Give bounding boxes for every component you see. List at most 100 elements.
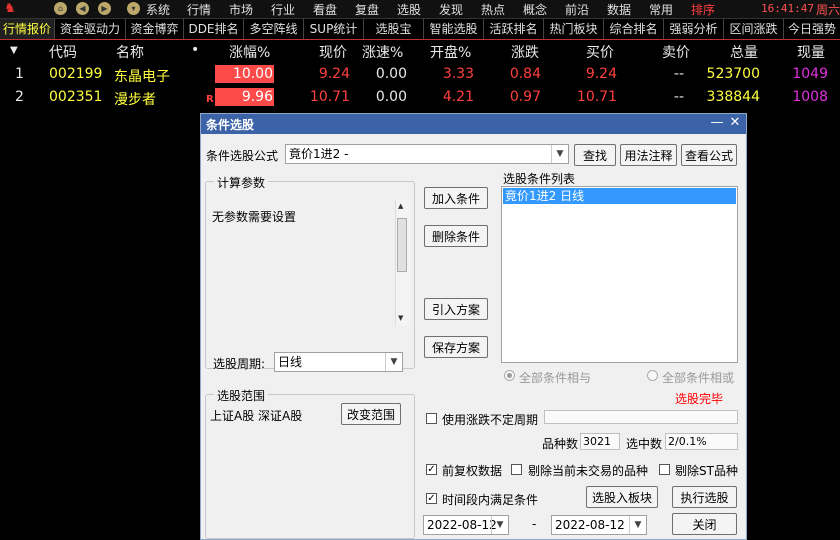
chevron-down-icon[interactable]: ▼ [629, 516, 646, 534]
menu-replay[interactable]: 复盘 [355, 1, 379, 18]
find-button[interactable]: 查找 [574, 144, 616, 166]
menu-discover[interactable]: 发现 [439, 1, 463, 18]
menu-common[interactable]: 常用 [649, 1, 673, 18]
menu-sort[interactable]: 排序 [691, 1, 715, 18]
chevron-down-icon[interactable]: ▼ [551, 145, 568, 163]
col-price[interactable]: 现价 [319, 42, 347, 62]
formula-value: 竟价1进2 - [289, 147, 349, 161]
use-pct-checkbox[interactable] [426, 413, 437, 424]
progress-bar [544, 410, 738, 424]
col-ask[interactable]: 卖价 [662, 42, 690, 62]
col-code[interactable]: 代码 [49, 42, 77, 62]
pct-change: 10.00 [215, 65, 274, 83]
col-change[interactable]: 涨跌 [511, 42, 539, 62]
period-select[interactable]: 日线 ▼ [274, 352, 403, 372]
menu-hotspot[interactable]: 热点 [481, 1, 505, 18]
tab-fund-game[interactable]: 资金博弈 [126, 19, 184, 39]
selected-count-field: 2/0.1% [665, 433, 738, 450]
tab-range-change[interactable]: 区间涨跌 [724, 19, 784, 39]
col-name[interactable]: 名称 [116, 42, 144, 62]
chevron-down-icon[interactable]: ▾ [127, 2, 140, 15]
scroll-thumb[interactable] [397, 218, 407, 272]
tab-overall-rank[interactable]: 综合排名 [604, 19, 664, 39]
close-button[interactable]: 关闭 [672, 513, 737, 535]
tab-today-strong[interactable]: 今日强势 [784, 19, 840, 39]
col-pct[interactable]: 涨幅% [229, 42, 270, 62]
col-dot: • [191, 42, 200, 58]
scroll-down-icon[interactable]: ▼ [398, 314, 403, 322]
scroll-up-icon[interactable]: ▲ [398, 202, 403, 210]
tab-stock-picker[interactable]: 选股宝 [364, 19, 424, 39]
menu-industry[interactable]: 行业 [271, 1, 295, 18]
last-volume: 1008 [792, 89, 828, 105]
usage-notes-button[interactable]: 用法注释 [620, 144, 677, 166]
chevron-down-icon[interactable]: ▼ [385, 353, 402, 371]
radio-or[interactable] [647, 370, 658, 381]
pct-value: 10.00 [232, 66, 273, 82]
minimize-icon[interactable]: — [709, 115, 725, 131]
stock-code: 002351 [49, 89, 103, 105]
col-volume[interactable]: 总量 [730, 42, 758, 62]
view-formula-button[interactable]: 查看公式 [681, 144, 737, 166]
date-from-select[interactable]: 2022-08-12 ▼ [423, 515, 509, 535]
open-pct: 3.33 [442, 66, 474, 82]
period-label: 选股周期: [213, 357, 266, 371]
condition-list[interactable]: 竟价1进2 日线 [501, 186, 738, 363]
menu-market[interactable]: 市场 [229, 1, 253, 18]
execute-button[interactable]: 执行选股 [672, 486, 737, 508]
menu-frontier[interactable]: 前沿 [565, 1, 589, 18]
menu-select[interactable]: 选股 [397, 1, 421, 18]
col-lastvol[interactable]: 现量 [797, 42, 825, 62]
dialog-title-bar[interactable]: 条件选股 — ✕ [201, 114, 746, 134]
forward-icon[interactable]: ▶ [98, 2, 111, 15]
close-icon[interactable]: ✕ [727, 115, 743, 131]
pct-value: 9.96 [241, 89, 273, 105]
tab-fund-drive[interactable]: 资金驱动力 [55, 19, 126, 39]
date-to-select[interactable]: 2022-08-12 ▼ [551, 515, 647, 535]
chevron-down-icon[interactable]: ▼ [491, 516, 508, 534]
delete-condition-button[interactable]: 删除条件 [424, 225, 488, 247]
menu-data[interactable]: 数据 [607, 1, 631, 18]
status-text: 选股完毕 [675, 392, 724, 406]
radio-and[interactable] [504, 370, 515, 381]
params-scrollbar[interactable]: ▲ ▼ [395, 200, 409, 326]
condition-list-item[interactable]: 竟价1进2 日线 [503, 188, 736, 204]
exclude-untraded-checkbox[interactable] [511, 464, 522, 475]
exclude-st-checkbox[interactable] [659, 464, 670, 475]
tab-quotes[interactable]: 行情报价 [0, 19, 55, 39]
period-value: 日线 [278, 355, 303, 369]
tab-active-rank[interactable]: 活跃排名 [484, 19, 544, 39]
col-speed[interactable]: 涨速% [362, 42, 403, 62]
row-index: 1 [15, 66, 24, 82]
menu-quotes[interactable]: 行情 [187, 1, 211, 18]
sort-arrow-icon[interactable]: ▼ [10, 45, 18, 56]
menu-system[interactable]: 系统 [146, 1, 170, 18]
home-icon[interactable]: ⌂ [54, 2, 67, 15]
last-volume: 1049 [792, 66, 828, 82]
add-condition-button[interactable]: 加入条件 [424, 187, 488, 209]
formula-select[interactable]: 竟价1进2 - ▼ [285, 144, 569, 164]
open-pct: 4.21 [442, 89, 474, 105]
total-volume: 523700 [706, 66, 760, 82]
to-board-button[interactable]: 选股入板块 [586, 486, 658, 508]
tab-long-short[interactable]: 多空阵线 [244, 19, 304, 39]
exclude-untraded-label: 剔除当前未交易的品种 [528, 464, 649, 478]
menu-watch[interactable]: 看盘 [313, 1, 337, 18]
tab-dde-rank[interactable]: DDE排名 [184, 19, 244, 39]
col-open[interactable]: 开盘% [430, 42, 471, 62]
col-bid[interactable]: 买价 [586, 42, 614, 62]
time-range-checkbox[interactable]: ✓ [426, 493, 437, 504]
ask-price: -- [673, 66, 684, 82]
tab-hot-sectors[interactable]: 热门板块 [544, 19, 604, 39]
menu-concept[interactable]: 概念 [523, 1, 547, 18]
tab-sup-stats[interactable]: SUP统计 [304, 19, 364, 39]
change-scope-button[interactable]: 改变范围 [341, 403, 401, 425]
adjust-checkbox[interactable]: ✓ [426, 464, 437, 475]
import-plan-button[interactable]: 引入方案 [424, 298, 488, 320]
save-plan-button[interactable]: 保存方案 [424, 336, 488, 358]
radio-or-label: 全部条件相或 [662, 371, 735, 385]
tab-smart-select[interactable]: 智能选股 [424, 19, 484, 39]
condition-select-dialog: 条件选股 — ✕ 条件选股公式 竟价1进2 - ▼ 查找 用法注释 查看公式 计… [200, 113, 747, 540]
tab-strength[interactable]: 强弱分析 [664, 19, 724, 39]
back-icon[interactable]: ◀ [76, 2, 89, 15]
